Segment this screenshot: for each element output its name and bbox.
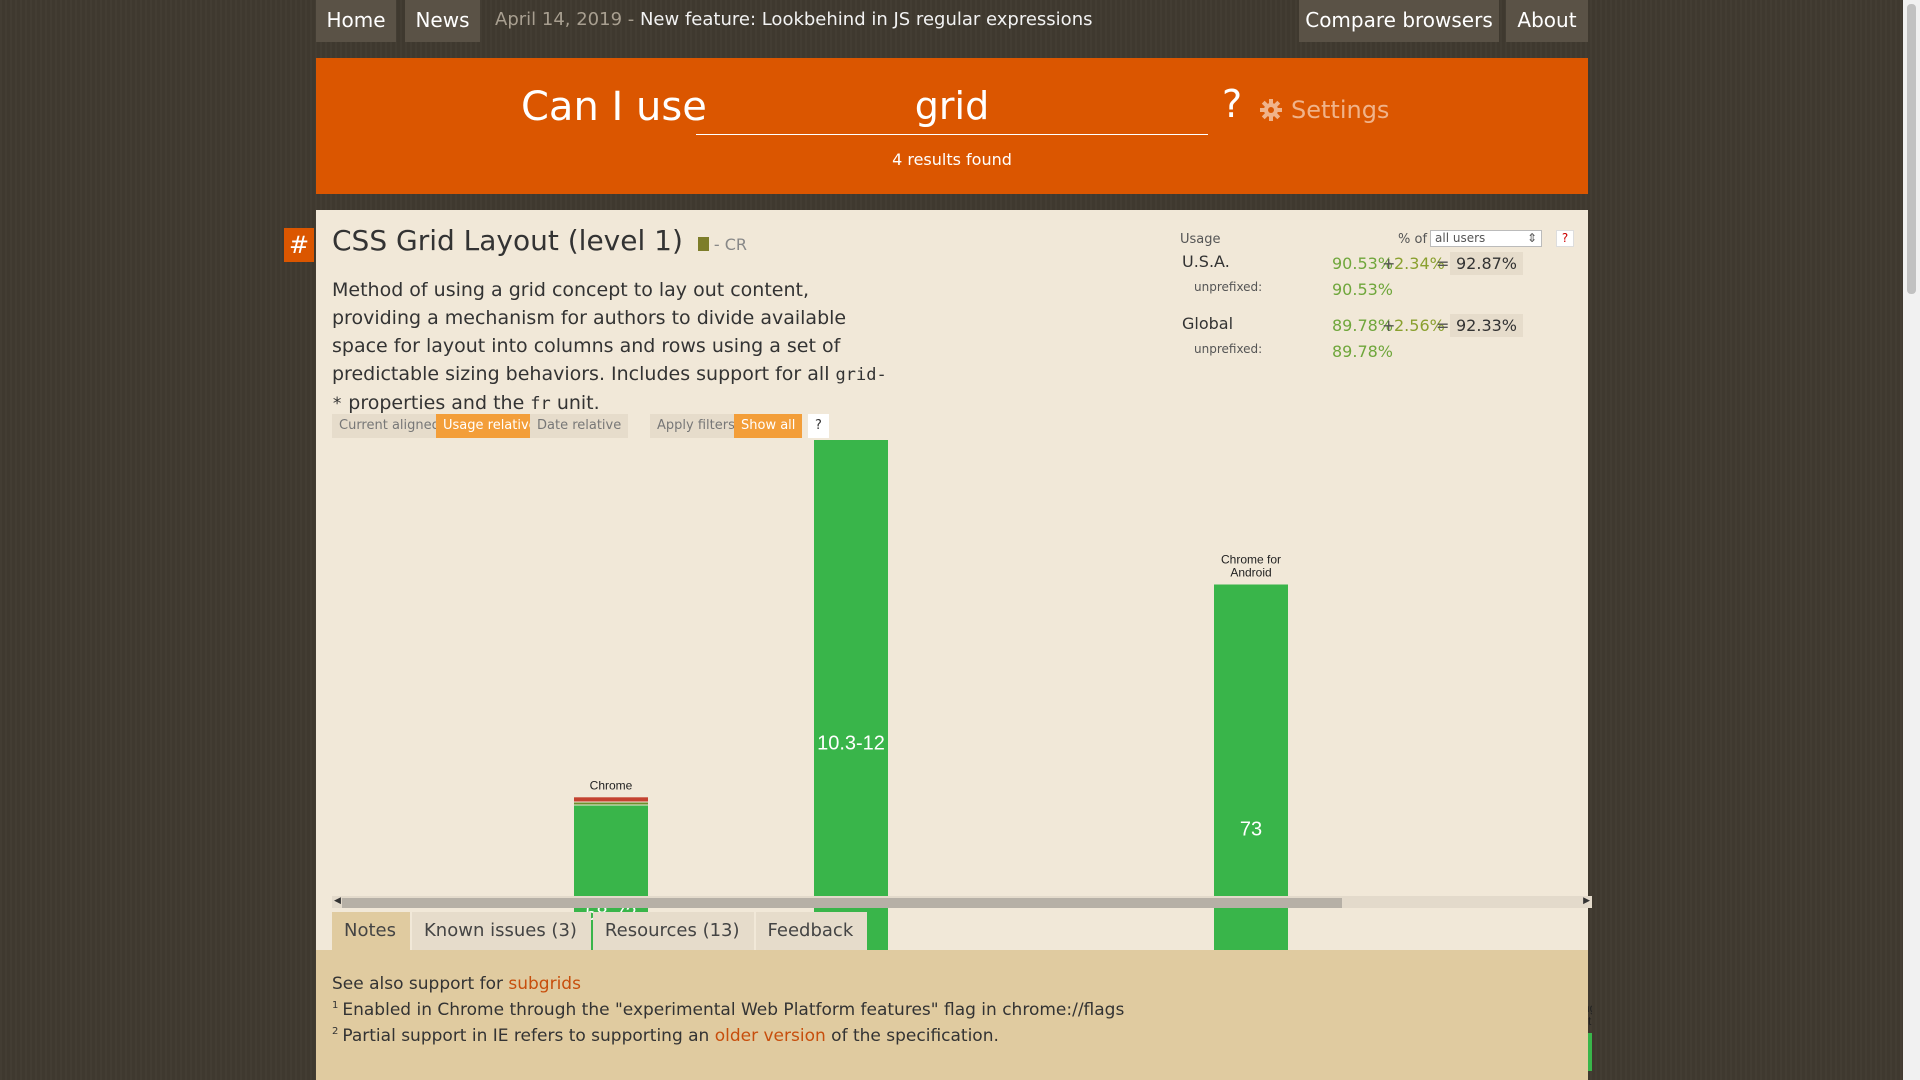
usage-unprefixed-label: unprefixed: <box>1194 342 1263 356</box>
news-date: April 14, 2019 - <box>495 9 640 30</box>
usage-total: 92.33% <box>1450 314 1524 337</box>
note-text: Partial support in IE refers to supporti… <box>342 1026 715 1046</box>
search-label: Can I use <box>521 84 707 130</box>
browser-name: Android <box>1230 566 1271 580</box>
note-text: of the specification. <box>825 1026 999 1046</box>
settings-label: Settings <box>1291 96 1390 124</box>
note-number: 1 <box>332 1000 339 1012</box>
tab-notes[interactable]: Notes <box>332 912 410 950</box>
usage-region[interactable]: Global <box>1182 314 1233 333</box>
support-bar-segment[interactable] <box>574 797 648 802</box>
note-see-also: See also support for subgrids <box>332 974 581 994</box>
news-headline[interactable]: April 14, 2019 - New feature: Lookbehind… <box>495 0 1092 40</box>
feature-anchor-link[interactable]: # <box>284 228 314 262</box>
info-tabs: Notes Known issues (3) Resources (13) Fe… <box>332 912 868 950</box>
feature-title: CSS Grid Layout (level 1) <box>332 224 683 257</box>
support-bar-segment[interactable] <box>574 802 648 805</box>
scrollbar-thumb[interactable] <box>342 898 1342 908</box>
browser-name: Chrome for <box>1221 553 1281 567</box>
scroll-left-icon[interactable]: ◀ <box>334 896 341 906</box>
note-text: See also support for <box>332 974 509 994</box>
view-help-button[interactable]: ? <box>808 414 829 438</box>
gear-icon <box>1260 99 1282 121</box>
subgrids-link[interactable]: subgrids <box>508 974 581 994</box>
browser-name: Chrome <box>590 778 633 792</box>
search-help-button[interactable]: ? <box>1222 82 1242 126</box>
date-relative-button[interactable]: Date relative <box>530 414 629 438</box>
settings-button[interactable]: Settings <box>1259 96 1389 124</box>
usage-equals: = <box>1436 254 1450 273</box>
tab-resources[interactable]: Resources (13) <box>592 912 754 950</box>
older-version-link[interactable]: older version <box>715 1026 826 1046</box>
usage-pct-of-label: % of <box>1398 232 1428 247</box>
note-2: 2 Partial support in IE refers to support… <box>332 1026 999 1046</box>
usage-region[interactable]: U.S.A. <box>1182 252 1230 271</box>
support-bar-label: 73 <box>1240 818 1262 840</box>
nav-home-link[interactable]: Home <box>316 0 396 42</box>
spec-status-link[interactable]: - CR <box>692 235 747 254</box>
search-header: Can I use ? Settings 4 results found <box>316 58 1588 194</box>
notes-content: See also support for subgrids 1 Enabled i… <box>316 950 1588 1080</box>
usage-relative-button[interactable]: Usage relative <box>436 414 544 438</box>
note-1: 1 Enabled in Chrome through the "experime… <box>332 1000 1124 1020</box>
apply-filters-button[interactable]: Apply filters <box>650 414 742 438</box>
feature-panel: # CSS Grid Layout (level 1) - CR Method … <box>284 210 1592 1080</box>
tab-feedback[interactable]: Feedback <box>755 912 868 950</box>
note-text: Enabled in Chrome through the "experimen… <box>342 1000 1125 1020</box>
usage-unprefixed: 89.78% <box>1332 342 1394 361</box>
feature-title-row: CSS Grid Layout (level 1) - CR <box>332 224 747 257</box>
desc-text: unit. <box>550 392 600 414</box>
top-nav: Home News April 14, 2019 - New feature: … <box>316 0 1588 42</box>
select-arrows-icon: ⇕ <box>1526 231 1537 245</box>
nav-about-link[interactable]: About <box>1506 0 1588 42</box>
desc-text: Method of using a grid concept to lay ou… <box>332 279 847 385</box>
usage-unprefixed-label: unprefixed: <box>1194 280 1263 294</box>
desc-text: properties and the <box>342 392 531 414</box>
usage-help-button[interactable]: ? <box>1556 230 1574 247</box>
news-title-link[interactable]: New feature: Lookbehind in JS regular ex… <box>640 9 1093 30</box>
support-bar-label: 10.3-12 <box>817 732 885 754</box>
usage-unprefixed: 90.53% <box>1332 280 1394 299</box>
chart-horizontal-scrollbar[interactable]: ◀ ▶ <box>332 896 1592 908</box>
results-count: 4 results found <box>892 150 1012 169</box>
users-select[interactable]: all users ⇕ <box>1430 230 1542 247</box>
current-aligned-button[interactable]: Current aligned <box>332 414 447 438</box>
nav-news-link[interactable]: News <box>405 0 480 42</box>
tab-known-issues[interactable]: Known issues (3) <box>412 912 591 950</box>
page-scrollbar-thumb[interactable] <box>1907 4 1916 294</box>
page-vertical-scrollbar[interactable] <box>1903 0 1920 1080</box>
feature-description: Method of using a grid concept to lay ou… <box>332 276 892 418</box>
show-all-button[interactable]: Show all <box>734 414 803 438</box>
users-select-value: all users <box>1435 231 1486 245</box>
search-input[interactable] <box>696 78 1208 135</box>
spec-status: - CR <box>713 235 748 254</box>
usage-equals: = <box>1436 316 1450 335</box>
usage-total: 92.87% <box>1450 252 1524 275</box>
desc-code-fr: fr <box>530 394 551 414</box>
usage-label: Usage <box>1180 232 1221 247</box>
nav-compare-browsers-link[interactable]: Compare browsers <box>1299 0 1499 42</box>
note-number: 2 <box>332 1026 339 1038</box>
document-icon <box>697 237 709 251</box>
scroll-right-icon[interactable]: ▶ <box>1583 896 1590 906</box>
